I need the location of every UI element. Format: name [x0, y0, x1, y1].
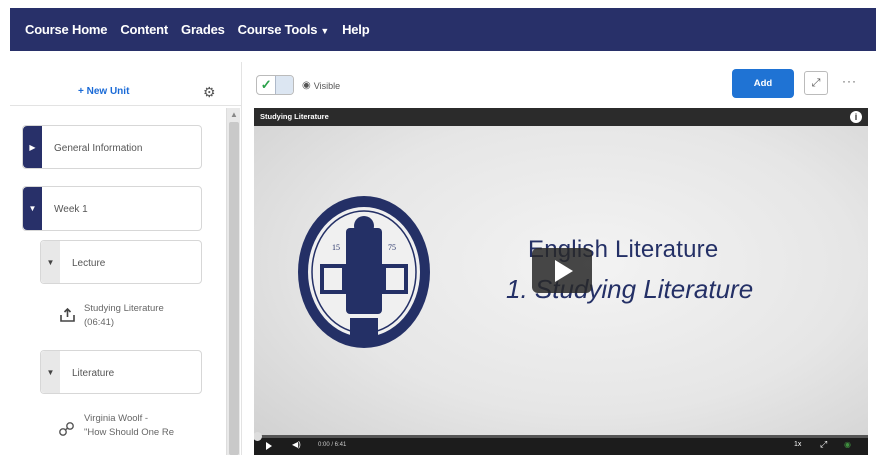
- svg-text:15: 15: [332, 243, 340, 252]
- module-lecture[interactable]: ▼ Lecture: [40, 240, 202, 284]
- playback-speed[interactable]: 1x: [794, 441, 801, 448]
- video-time: 0:00 / 6:41: [318, 442, 347, 448]
- visible-label: Visible: [313, 80, 341, 91]
- volume-icon[interactable]: ◀): [292, 440, 301, 449]
- module-literature[interactable]: ▼ Literature: [40, 350, 202, 394]
- video-title: Studying Literature: [260, 112, 329, 121]
- module-label: Lecture: [72, 258, 106, 269]
- topic-duration: (06:41): [84, 317, 115, 328]
- play-icon[interactable]: [266, 442, 272, 450]
- topic-sublabel: "How Should One Re: [84, 427, 174, 438]
- nav-help[interactable]: Help: [342, 22, 370, 37]
- scroll-thumb[interactable]: [229, 122, 239, 455]
- progress-knob[interactable]: [254, 432, 262, 441]
- nav-course-home[interactable]: Course Home: [25, 22, 108, 37]
- more-options-icon[interactable]: ···: [842, 74, 857, 88]
- module-label: Literature: [72, 368, 115, 379]
- unit-label: Week 1: [54, 204, 88, 215]
- nav-course-tools[interactable]: Course Tools ▼: [237, 22, 330, 37]
- play-icon: [555, 259, 573, 282]
- chevron-down-icon[interactable]: ▼: [41, 351, 60, 393]
- nav-course-tools-label: Course Tools: [237, 22, 318, 37]
- svg-text:75: 75: [388, 243, 396, 252]
- gear-icon[interactable]: ⚙: [203, 84, 216, 101]
- topic-toolbar: ✓ ◉ Visible Add ⤢ ···: [252, 68, 876, 100]
- topic-virginia-woolf[interactable]: Virginia Woolf - "How Should One Re: [52, 406, 212, 450]
- new-unit-button[interactable]: + New Unit: [78, 86, 129, 97]
- eye-icon: ◉: [302, 80, 311, 91]
- content-tree-panel: + New Unit ⚙ ▲ ▶ General Information ▼ W…: [10, 62, 242, 455]
- visibility-toggle[interactable]: ✓: [256, 75, 294, 95]
- scroll-up-icon[interactable]: ▲: [230, 110, 238, 119]
- university-seal-logo: 15 75: [298, 196, 430, 348]
- chevron-right-icon[interactable]: ▶: [23, 126, 42, 168]
- chevron-down-icon: ▼: [320, 26, 330, 36]
- unit-general-information[interactable]: ▶ General Information: [22, 125, 202, 169]
- video-progress-bar[interactable]: [254, 432, 868, 441]
- link-icon: [59, 422, 74, 436]
- tree-scrollbar[interactable]: ▲: [226, 108, 240, 455]
- play-button[interactable]: [532, 248, 592, 293]
- top-nav: Course Home Content Grades Course Tools ▼…: [10, 8, 876, 51]
- chevron-down-icon[interactable]: ▼: [23, 187, 42, 230]
- unit-week-1[interactable]: ▼ Week 1: [22, 186, 202, 231]
- video-player[interactable]: Studying Literature i 15 75 English Lite…: [254, 108, 868, 455]
- topic-studying-literature[interactable]: Studying Literature (06:41): [52, 294, 207, 338]
- nav-grades[interactable]: Grades: [181, 22, 225, 37]
- info-icon[interactable]: i: [850, 111, 862, 123]
- add-button[interactable]: Add: [732, 69, 794, 98]
- new-unit-row: + New Unit ⚙: [10, 62, 242, 106]
- nav-content[interactable]: Content: [120, 22, 168, 37]
- video-upload-icon: [60, 307, 75, 322]
- unit-label: General Information: [54, 143, 143, 154]
- check-icon: ✓: [260, 77, 272, 92]
- player-logo-icon: ◉: [844, 440, 851, 449]
- toggle-knob: [275, 76, 293, 94]
- chevron-down-icon[interactable]: ▼: [41, 241, 60, 283]
- topic-label: Studying Literature: [84, 303, 164, 314]
- fullscreen-icon[interactable]: ⤢: [820, 439, 827, 450]
- video-title-bar: Studying Literature i: [254, 108, 868, 126]
- topic-label: Virginia Woolf -: [84, 413, 149, 424]
- expand-icon[interactable]: ⤢: [804, 71, 828, 95]
- visibility-status: ◉ Visible: [302, 80, 340, 91]
- video-controls: ◀) 0:00 / 6:41 1x ⤢ ◉: [254, 432, 868, 455]
